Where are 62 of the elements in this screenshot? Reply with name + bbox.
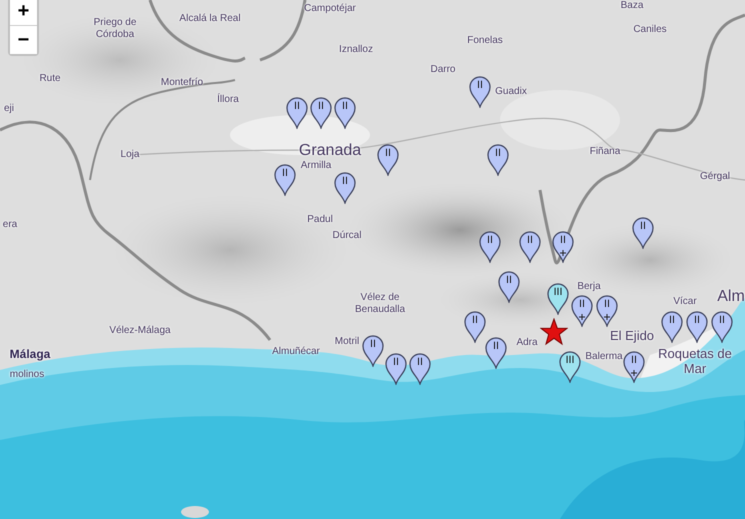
place-label: Loja	[120, 149, 140, 160]
intensity-marker[interactable]: II	[464, 311, 486, 343]
place-label: Montefrío	[160, 77, 204, 88]
intensity-marker[interactable]: II	[362, 335, 384, 367]
intensity-marker[interactable]: II	[485, 337, 507, 369]
place-label: Alcalá la Real	[179, 13, 241, 24]
zoom-out-button[interactable]: −	[10, 25, 37, 54]
intensity-marker[interactable]: II	[334, 172, 356, 204]
place-label: Fonelas	[467, 35, 503, 46]
place-label: Padul	[307, 214, 333, 226]
place-label: Alm	[717, 288, 745, 306]
intensity-marker[interactable]: III	[559, 351, 581, 383]
epicenter-star-icon	[540, 318, 568, 346]
place-label: Darro	[430, 64, 456, 76]
place-label: Vélez-Málaga	[109, 325, 171, 336]
place-label: Rute	[39, 73, 61, 84]
place-label: Vélez de Benaudalla	[354, 292, 406, 315]
intensity-marker[interactable]: II	[552, 231, 574, 263]
place-label: El Ejido	[610, 329, 654, 344]
place-label: Priego de Córdoba	[94, 17, 136, 40]
intensity-marker[interactable]: II	[479, 231, 501, 263]
place-label: Campotéjar	[304, 3, 356, 14]
place-label: Roquetas de Mar	[658, 347, 732, 377]
place-label: Berja	[577, 281, 601, 292]
intensity-marker[interactable]: II	[632, 217, 654, 249]
intensity-marker[interactable]: II	[487, 144, 509, 176]
place-label: Motril	[334, 336, 360, 348]
place-label: era	[2, 219, 18, 230]
intensity-marker[interactable]: II	[377, 144, 399, 176]
place-label: Balerma	[585, 351, 623, 362]
place-label: Vícar	[673, 296, 697, 308]
intensity-marker[interactable]: II	[711, 311, 733, 343]
intensity-marker[interactable]: II	[661, 311, 683, 343]
place-label: Armilla	[300, 160, 332, 172]
place-label: Adra	[516, 337, 538, 348]
place-label: Baza	[620, 0, 644, 12]
intensity-marker[interactable]: II	[310, 97, 332, 129]
intensity-marker[interactable]: II	[409, 353, 431, 385]
place-label: molinos	[10, 369, 44, 380]
place-label: Guadix	[495, 86, 527, 98]
place-label: Iznalloz	[339, 44, 373, 56]
place-label: eji	[4, 103, 14, 114]
intensity-marker[interactable]: II	[519, 231, 541, 263]
intensity-marker[interactable]: II	[469, 76, 491, 108]
intensity-marker[interactable]: II	[334, 97, 356, 129]
intensity-marker[interactable]: II	[686, 311, 708, 343]
place-label: Íllora	[217, 94, 239, 106]
intensity-marker[interactable]: III	[547, 283, 569, 315]
intensity-marker[interactable]: II	[498, 271, 520, 303]
place-label: Dúrcal	[332, 230, 362, 242]
place-label: Málaga	[10, 348, 50, 362]
place-label: Fiñana	[590, 146, 620, 158]
intensity-marker[interactable]: II	[385, 353, 407, 385]
place-label: Gérgal	[700, 171, 730, 182]
intensity-marker[interactable]: II	[274, 164, 296, 196]
place-label: Almuñécar	[272, 346, 320, 358]
intensity-marker[interactable]: II	[596, 295, 618, 327]
intensity-marker[interactable]: II	[571, 295, 593, 327]
intensity-marker[interactable]: II	[286, 97, 308, 129]
place-label: Caniles	[633, 24, 667, 36]
place-label: Granada	[298, 142, 362, 160]
intensity-marker[interactable]: II	[623, 351, 645, 383]
